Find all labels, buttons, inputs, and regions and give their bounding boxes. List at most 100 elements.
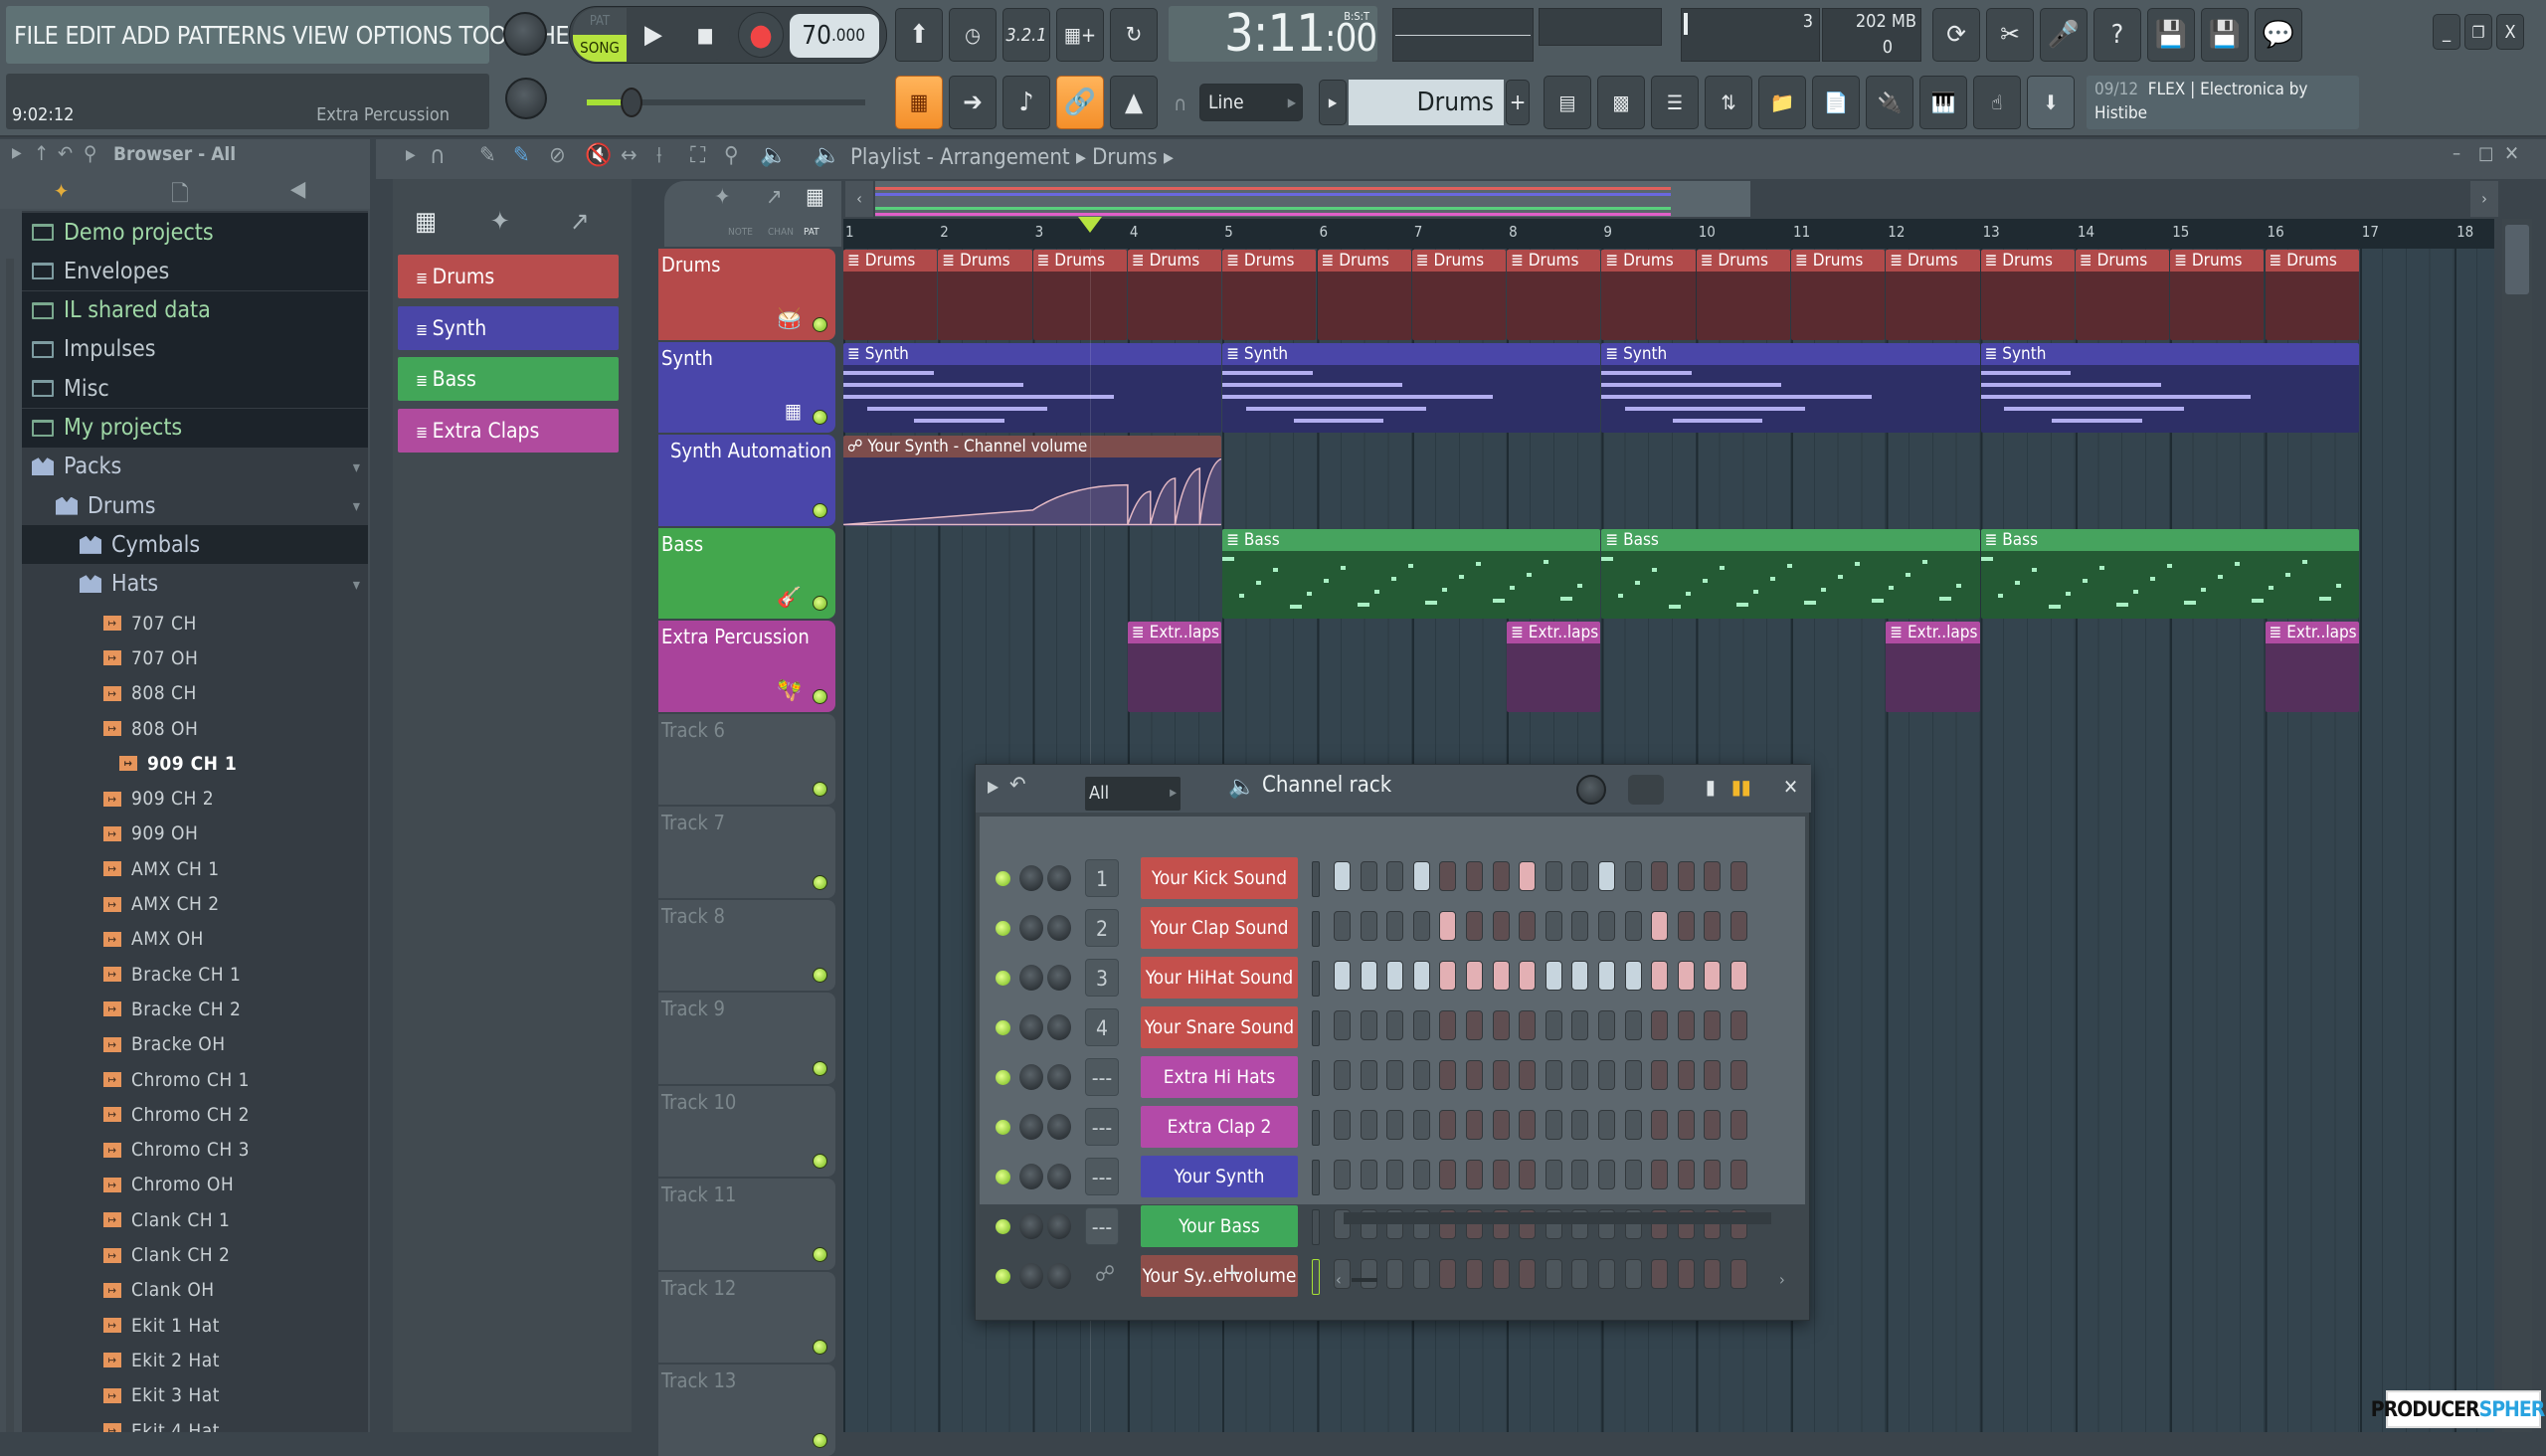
step-button[interactable] [1625, 961, 1642, 991]
channel-pan-knob[interactable] [1019, 1014, 1043, 1040]
step-button[interactable] [1439, 1259, 1456, 1289]
step-button[interactable] [1651, 1060, 1668, 1090]
link-button[interactable]: 🔗 [1056, 76, 1104, 129]
browser-sample[interactable]: ↦707 CH [22, 606, 368, 640]
playlist-clip[interactable]: ≣ Drums [1033, 250, 1127, 340]
browser-pack[interactable]: Hats▾ [22, 565, 368, 604]
channel-mute-led[interactable] [996, 1269, 1010, 1284]
step-button[interactable] [1519, 861, 1536, 891]
step-button[interactable] [1439, 961, 1456, 991]
step-button[interactable] [1546, 1160, 1562, 1189]
playlist-clip[interactable]: ≣ Drums [938, 250, 1031, 340]
step-button[interactable] [1678, 1060, 1695, 1090]
browser-sample[interactable]: ↦808 CH [22, 676, 368, 711]
step-button[interactable] [1334, 1010, 1351, 1040]
step-button[interactable] [1334, 1160, 1351, 1189]
track-mute-led[interactable] [813, 1154, 827, 1169]
playlist-clip[interactable]: ≣ Drums [1981, 250, 2075, 340]
track-header[interactable]: Track 12 [658, 1272, 835, 1364]
metronome-button[interactable]: ⬆ [895, 8, 943, 62]
step-button[interactable] [1334, 961, 1351, 991]
channel-pan-knob[interactable] [1019, 1164, 1043, 1189]
channel-mute-led[interactable] [996, 921, 1010, 936]
track-header[interactable]: Synth▦ [658, 342, 835, 434]
step-button[interactable] [1730, 1160, 1747, 1189]
track-mute-led[interactable] [813, 1340, 827, 1355]
step-button[interactable] [1651, 911, 1668, 941]
track-mute-led[interactable] [813, 875, 827, 890]
browser-sample[interactable]: ↦AMX CH 2 [22, 886, 368, 921]
song-position-display[interactable]: 3:11:00 B:S:T [1169, 6, 1377, 62]
browser-scrollbar[interactable] [6, 259, 14, 1432]
channel-mute-led[interactable] [996, 1219, 1010, 1234]
channel-volume-knob[interactable] [1047, 965, 1071, 991]
step-button[interactable] [1413, 911, 1430, 941]
step-button[interactable] [1466, 861, 1483, 891]
step-button[interactable] [1651, 1259, 1668, 1289]
step-button[interactable] [1413, 1110, 1430, 1140]
browser-expand-icon[interactable]: ▶ [12, 145, 22, 161]
pattern-picker-item[interactable]: ≣ Drums [398, 255, 619, 298]
step-button[interactable] [1361, 1259, 1377, 1289]
touch-button[interactable]: ☝ [1973, 76, 2021, 129]
channel-pan-knob[interactable] [1019, 915, 1043, 941]
browser-sample[interactable]: ↦Ekit 2 Hat [22, 1343, 368, 1377]
track-header[interactable]: Track 10 [658, 1086, 835, 1178]
playlist-clip[interactable]: ≣ Drums [2170, 250, 2264, 340]
browser-folder[interactable]: Misc [22, 369, 368, 408]
step-button[interactable] [1466, 961, 1483, 991]
step-button[interactable] [1704, 861, 1721, 891]
channel-select-bar[interactable] [1312, 861, 1320, 897]
step-button[interactable] [1730, 1259, 1747, 1289]
channel-select-bar[interactable] [1312, 1160, 1320, 1195]
graph-editor-icon[interactable]: ▮ [1706, 775, 1716, 799]
browser-folder[interactable]: Impulses [22, 330, 368, 369]
master-slider[interactable] [587, 99, 865, 105]
step-button[interactable] [1361, 1160, 1377, 1189]
browser-folder[interactable]: Envelopes [22, 252, 368, 290]
browser-sample[interactable]: ↦Bracke CH 2 [22, 992, 368, 1026]
step-button[interactable] [1413, 961, 1430, 991]
browser-sample[interactable]: ↦909 CH 2 [22, 782, 368, 817]
cut-tools-button[interactable]: ✂ [1986, 8, 2034, 62]
step-button[interactable] [1678, 1259, 1695, 1289]
rack-scroll-thumb[interactable] [1352, 1278, 1377, 1282]
step-button[interactable] [1413, 861, 1430, 891]
browser-folder[interactable]: Demo projects [22, 213, 368, 252]
master-pitch-knob[interactable] [505, 78, 547, 119]
step-button[interactable] [1493, 861, 1510, 891]
step-button[interactable] [1571, 1160, 1588, 1189]
pattern-picker-item[interactable]: ≣ Bass [398, 357, 619, 401]
channel-select-bar[interactable] [1312, 1209, 1320, 1245]
browser-sample[interactable]: ↦Bracke CH 1 [22, 957, 368, 992]
playlist-clip[interactable]: ≣ Extr..laps [1128, 622, 1221, 712]
playlist-clip[interactable]: ≣ Synth [1222, 343, 1600, 434]
track-mute-led[interactable] [813, 1247, 827, 1262]
channel-name-button[interactable]: Extra Hi Hats [1141, 1056, 1298, 1098]
track-header[interactable]: Extra Percussion🪇 [658, 621, 835, 712]
playlist-clip[interactable]: ≣ Drums [1222, 250, 1316, 340]
step-button[interactable] [1413, 1259, 1430, 1289]
step-button[interactable] [1439, 1160, 1456, 1189]
browser-tree[interactable]: Demo projectsEnvelopesIL shared dataImpu… [22, 211, 368, 1432]
snap-select[interactable]: Line▶ [1199, 84, 1303, 121]
knob-button[interactable]: ▲ [1110, 76, 1158, 129]
step-button[interactable] [1571, 1259, 1588, 1289]
step-button[interactable] [1466, 1160, 1483, 1189]
mixer-track-field[interactable]: 4 [1085, 1008, 1119, 1046]
browser-sample[interactable]: ↦AMX CH 1 [22, 851, 368, 886]
track-header[interactable]: Bass🎸 [658, 528, 835, 620]
step-button[interactable] [1361, 861, 1377, 891]
pattern-picker-item[interactable]: ≣ Synth [398, 306, 619, 350]
step-button[interactable] [1571, 961, 1588, 991]
step-button[interactable] [1361, 911, 1377, 941]
browser-pack[interactable]: Packs▾ [22, 448, 368, 486]
track-mute-led[interactable] [813, 968, 827, 983]
playlist-clip[interactable]: ≣ Synth [1601, 343, 1979, 434]
step-button[interactable] [1334, 1060, 1351, 1090]
slip-tool-icon[interactable]: ↔ [621, 143, 637, 168]
piano-roll-button[interactable]: ▤ [1544, 76, 1591, 129]
browser-sample[interactable]: ↦Chromo CH 2 [22, 1097, 368, 1132]
channel-name-button[interactable]: Your Bass [1141, 1205, 1298, 1247]
step-button[interactable] [1625, 1110, 1642, 1140]
